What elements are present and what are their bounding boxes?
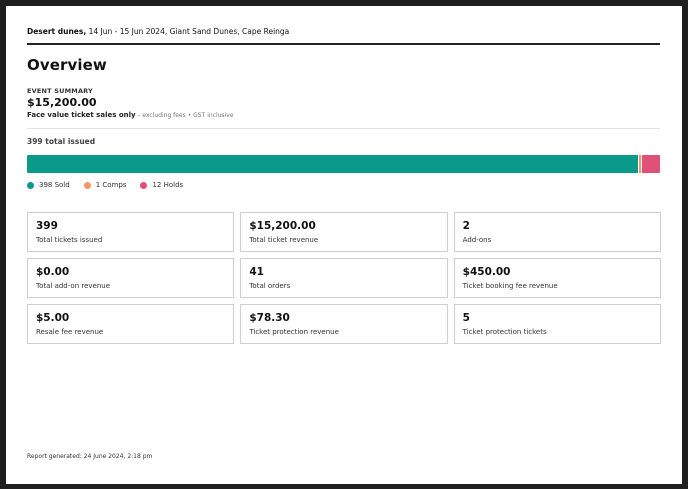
stat-label: Total ticket revenue: [249, 236, 319, 244]
legend-dot-icon: [140, 181, 148, 189]
divider: [27, 128, 660, 129]
legend-item: 1 Comps: [83, 181, 127, 189]
report-generated: Report generated: 24 June 2024, 2:18 pm: [27, 453, 153, 460]
stat-label: Ticket booking fee revenue: [462, 282, 558, 290]
stats-grid: 399 Total tickets issued $15,200.00 Total t…: [27, 212, 661, 344]
summary-note: Face value ticket sales only – excluding…: [27, 111, 233, 119]
event-header: Desert dunes, 14 Jun - 15 Jun 2024, Gian…: [27, 27, 660, 45]
stat-card: $0.00 Total add-on revenue: [27, 258, 235, 298]
stat-value: $5.00: [36, 312, 70, 324]
stat-label: Resale fee revenue: [36, 328, 104, 336]
stat-value: $15,200.00: [249, 220, 316, 232]
stat-card: 5 Ticket protection tickets: [453, 304, 661, 344]
stat-label: Add-ons: [462, 236, 492, 244]
bar-segment: [640, 155, 660, 173]
bar-segment: [27, 155, 639, 173]
summary-amount: $15,200.00: [27, 96, 97, 109]
summary-label: EVENT SUMMARY: [27, 87, 93, 95]
stat-value: 399: [36, 220, 58, 232]
event-name: Desert dunes,: [27, 27, 87, 36]
page-title: Overview: [27, 56, 107, 74]
stat-card: $5.00 Resale fee revenue: [27, 304, 235, 344]
stat-value: 41: [249, 266, 264, 278]
stat-card: 399 Total tickets issued: [27, 212, 235, 252]
stat-label: Ticket protection tickets: [462, 328, 547, 336]
stat-value: $0.00: [36, 266, 70, 278]
stat-label: Ticket protection revenue: [249, 328, 339, 336]
stat-card: $15,200.00 Total ticket revenue: [240, 212, 448, 252]
legend-label: 12 Holds: [152, 181, 184, 189]
stat-label: Total orders: [249, 282, 291, 290]
stat-card: $78.30 Ticket protection revenue: [240, 304, 448, 344]
event-details: 14 Jun - 15 Jun 2024, Giant Sand Dunes, …: [86, 27, 290, 36]
report-page: Desert dunes, 14 Jun - 15 Jun 2024, Gian…: [6, 6, 682, 484]
issued-legend: 398 Sold 1 Comps 12 Holds: [27, 181, 183, 189]
stat-value: 2: [462, 220, 470, 232]
issued-label: 399 total issued: [27, 137, 96, 146]
stat-label: Total tickets issued: [36, 236, 103, 244]
summary-note-detail: – excluding fees • GST inclusive: [135, 112, 234, 119]
summary-note-main: Face value ticket sales only: [27, 111, 136, 119]
stat-value: $78.30: [249, 312, 290, 324]
stat-value: 5: [462, 312, 470, 324]
stat-value: $450.00: [462, 266, 511, 278]
stat-card: 2 Add-ons: [453, 212, 661, 252]
legend-dot-icon: [83, 181, 91, 189]
legend-item: 12 Holds: [140, 181, 183, 189]
stat-card: $450.00 Ticket booking fee revenue: [453, 258, 661, 298]
legend-label: 398 Sold: [39, 181, 70, 189]
legend-dot-icon: [27, 181, 34, 189]
legend-label: 1 Comps: [95, 181, 127, 189]
stat-card: 41 Total orders: [240, 258, 448, 298]
legend-item: 398 Sold: [27, 181, 70, 189]
stat-label: Total add-on revenue: [36, 282, 111, 290]
issued-progress-bar: [27, 155, 660, 173]
